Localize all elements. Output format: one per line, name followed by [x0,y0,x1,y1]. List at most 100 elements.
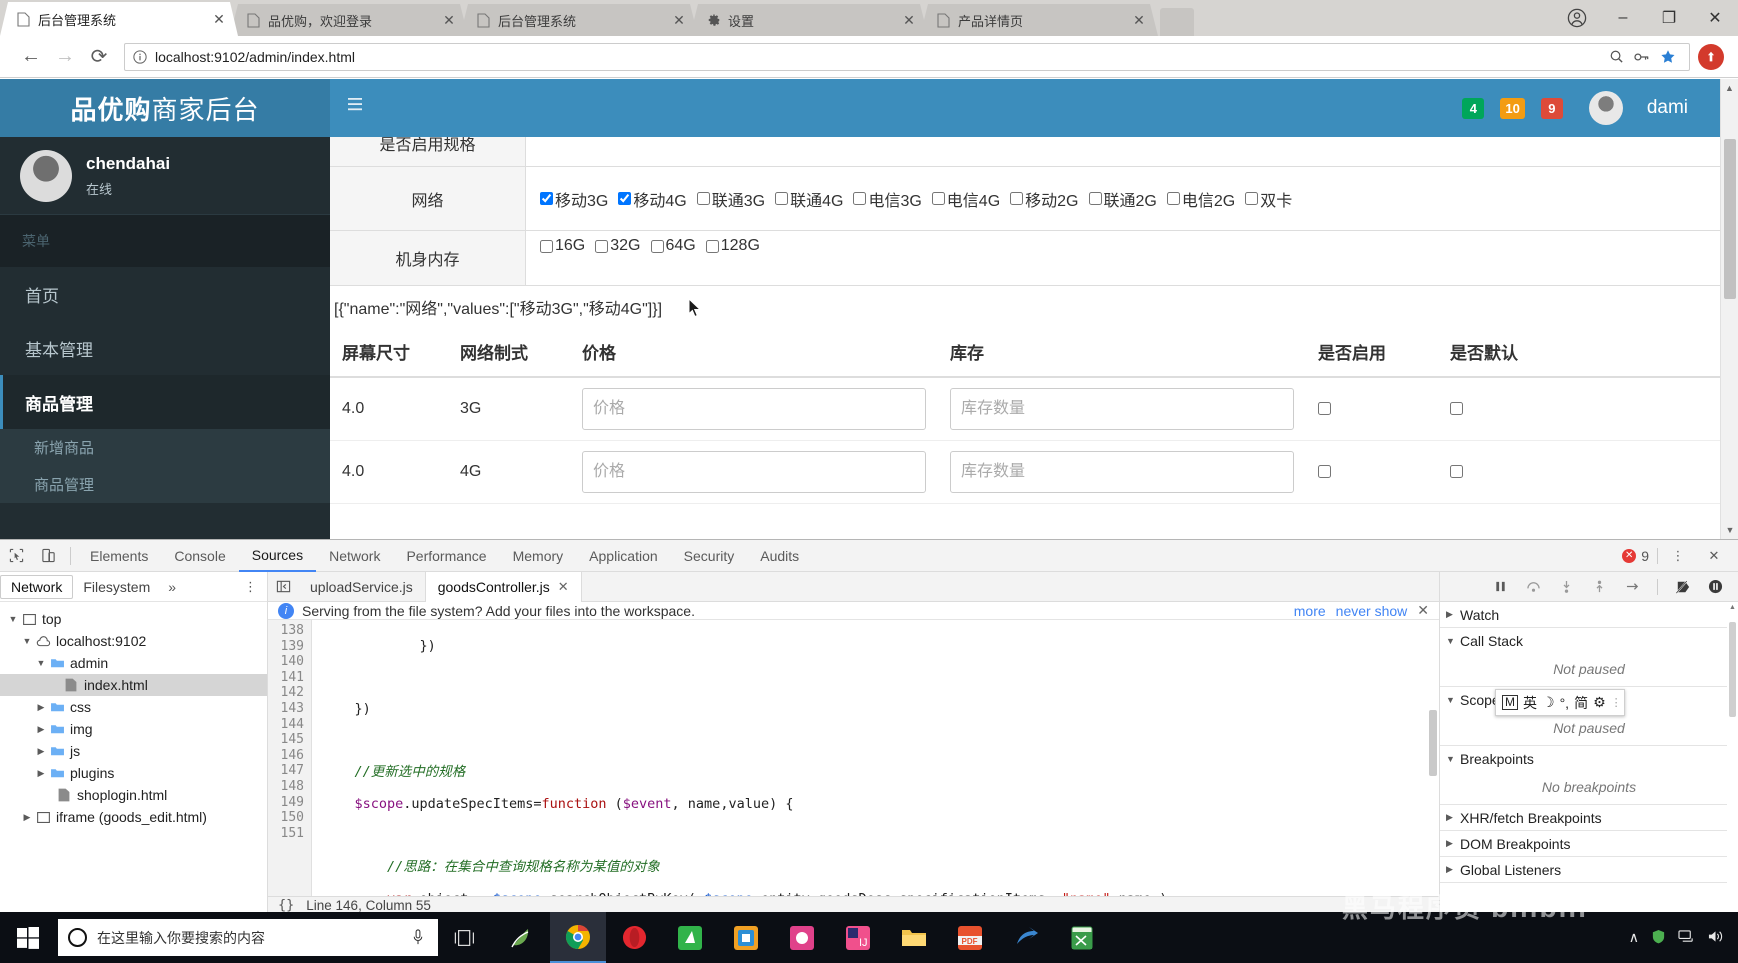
close-button[interactable]: ✕ [1692,0,1738,36]
deactivate-breakpoints-icon[interactable] [1674,578,1691,595]
collapse-sidebar-icon[interactable] [268,572,298,602]
browser-tab-1[interactable]: 后台管理系统 ✕ [0,2,238,36]
ime-toolbar[interactable]: M 英 ☽ °, 简 ⚙ ⋮ [1495,689,1625,716]
brand-logo[interactable]: 品优购 商家后台 [0,79,330,137]
chevron-up-icon[interactable]: ∧ [1629,929,1639,946]
sidebar-item-basic-management[interactable]: 基本管理 [0,321,330,375]
tree-row[interactable]: ▶ img [0,718,267,740]
checkbox-item[interactable]: 双卡 [1245,187,1292,211]
step-over-icon[interactable] [1525,578,1542,595]
debugger-scrollbar[interactable]: ▲ [1727,602,1738,913]
sidebar-item-home[interactable]: 首页 [0,267,330,321]
excel-icon[interactable] [1054,912,1110,963]
tree-row[interactable]: ▼ admin [0,652,267,674]
close-icon[interactable]: ✕ [1130,11,1148,29]
devtools-tab-network[interactable]: Network [316,540,393,572]
devtools-tab-elements[interactable]: Elements [77,540,161,572]
checkbox-item[interactable]: 联通3G [696,187,765,211]
tree-row[interactable]: ▼ top [0,608,267,630]
close-icon[interactable]: ✕ [440,11,458,29]
sidebar-subitem-add-goods[interactable]: 新增商品 [0,429,330,466]
stock-input[interactable] [950,388,1294,430]
section-header[interactable]: ▼ Call Stack [1440,628,1738,653]
ime-punct-icon[interactable]: °, [1560,695,1570,711]
section-header[interactable]: ▼ Breakpoints [1440,746,1738,771]
info-icon[interactable] [133,49,147,64]
error-count[interactable]: ✕ 9 [1622,547,1658,564]
chevron-down-icon[interactable]: ▼ [20,636,34,646]
devtools-menu-icon[interactable]: ⋮ [1662,540,1694,572]
infobar-never-show-link[interactable]: never show [1336,603,1408,619]
badge-red[interactable]: 9 [1540,97,1563,119]
tree-row[interactable]: shoplogin.html [0,784,267,806]
default-checkbox[interactable] [1450,465,1463,479]
debugger-section-breakpoints[interactable]: ▼ Breakpoints No breakpoints [1440,746,1738,805]
task-view-icon[interactable] [438,912,494,963]
tree-row[interactable]: ▼ localhost:9102 [0,630,267,652]
pause-on-exceptions-icon[interactable] [1707,578,1724,595]
enabled-checkbox[interactable] [1318,465,1331,479]
browser-tab-2[interactable]: 品优购，欢迎登录 ✕ [230,4,468,36]
code-editor[interactable]: 138 139 140 141 142 143 144 145 146 147 148 149 … [268,620,1439,896]
section-header[interactable]: ▶ Watch [1440,602,1738,627]
microphone-icon[interactable] [408,929,428,946]
maximize-button[interactable]: ❐ [1646,0,1692,36]
step-out-icon[interactable] [1591,578,1608,595]
shield-icon[interactable] [1651,929,1666,947]
debugger-section-global-listeners[interactable]: ▶ Global Listeners [1440,857,1738,883]
tree-row[interactable]: index.html [0,674,267,696]
storage-checkbox-64g[interactable] [650,239,664,253]
sidebar-user[interactable]: chendahai 在线 [0,137,330,215]
tree-row[interactable]: ▶ plugins [0,762,267,784]
avatar[interactable] [1588,91,1623,125]
profile-icon[interactable] [1554,0,1600,36]
ime-lang-label[interactable]: 英 [1523,693,1537,713]
ime-simplified-label[interactable]: 简 [1574,693,1588,713]
section-header[interactable]: ▶ DOM Breakpoints [1440,831,1738,856]
new-tab-button[interactable] [1160,8,1194,36]
chevron-right-icon[interactable]: ▶ [34,702,48,713]
sidebar-toggle-icon[interactable] [348,98,362,116]
checkbox-item[interactable]: 128G [705,237,760,255]
navigator-subtab-filesystem[interactable]: Filesystem [73,575,160,599]
browser-tab-5[interactable]: 产品详情页 ✕ [920,4,1158,36]
checkbox-item[interactable]: 32G [595,237,641,255]
device-toolbar-icon[interactable] [32,540,64,572]
checkbox-item[interactable]: 移动4G [618,187,687,211]
sidebar-subitem-goods-management[interactable]: 商品管理 [0,466,330,503]
chevron-down-icon[interactable]: ▼ [34,658,48,668]
drag-handle[interactable]: ⋮ [1611,696,1623,709]
header-username[interactable]: dami [1647,97,1688,119]
devtools-tab-security[interactable]: Security [671,540,748,572]
checkbox-item[interactable]: 64G [650,237,696,255]
default-checkbox[interactable] [1450,402,1463,416]
step-icon[interactable] [1624,578,1641,595]
network-checkbox-yd3g[interactable] [540,192,553,205]
badge-green[interactable]: 4 [1462,97,1485,119]
stock-input[interactable] [950,451,1294,493]
checkbox-item[interactable]: 移动3G [540,187,608,211]
star-icon[interactable] [1655,44,1681,70]
browser-tab-3[interactable]: 后台管理系统 ✕ [460,4,698,36]
network-checkbox-dual[interactable] [1245,192,1259,205]
opera-icon[interactable] [606,912,662,963]
chevron-right-icon[interactable]: ▶ [34,768,48,779]
sidebar-item-goods-management[interactable]: 商品管理 [0,375,330,429]
price-input[interactable] [582,451,926,493]
scrollbar-thumb[interactable] [1724,139,1736,299]
ime-moon-icon[interactable]: ☽ [1542,694,1555,711]
code-scrollbar[interactable] [1427,620,1439,896]
page-scrollbar[interactable]: ▲ ▼ [1720,79,1738,539]
debugger-section-xhr-breakpoints[interactable]: ▶ XHR/fetch Breakpoints [1440,805,1738,831]
scroll-up-icon[interactable]: ▲ [1721,79,1738,97]
windows-icon[interactable] [0,912,56,963]
explorer-icon[interactable] [886,912,942,963]
scroll-up-icon[interactable]: ▲ [1727,602,1738,613]
debugger-section-call-stack[interactable]: ▼ Call Stack Not paused [1440,628,1738,687]
ime-mode-icon[interactable]: M [1502,695,1518,710]
storage-checkbox-128g[interactable] [705,239,719,253]
browser-tab-4[interactable]: 设置 ✕ [690,4,928,36]
close-icon[interactable]: ✕ [670,11,688,29]
checkbox-item[interactable]: 移动2G [1010,187,1079,211]
network-checkbox-lt2g[interactable] [1088,192,1102,205]
